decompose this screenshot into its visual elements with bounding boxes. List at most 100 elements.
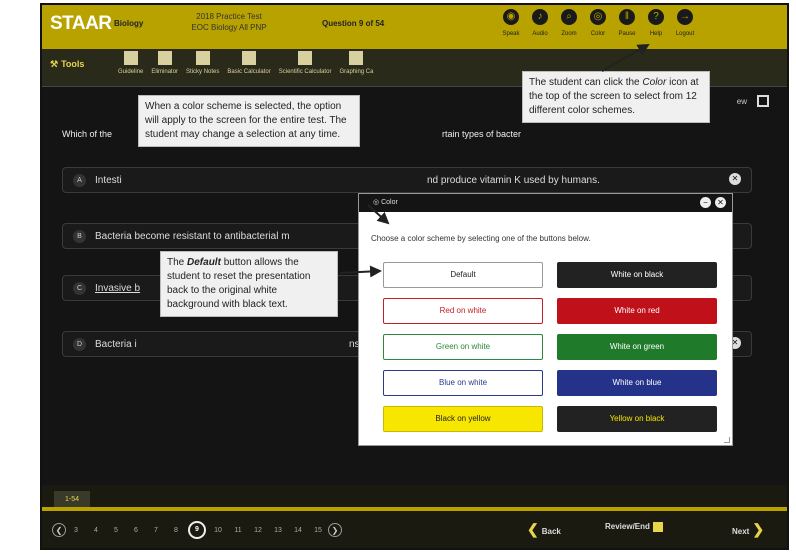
page-number[interactable]: 15 <box>308 527 328 534</box>
scheme-yellow-on-black-button[interactable]: Yellow on black <box>557 406 717 432</box>
tool-label: Color <box>590 31 606 37</box>
tool-items: Guideline Eliminator Sticky Notes Basic Cal… <box>118 51 381 75</box>
callout-scheme-applies: When a color scheme is selected, the opt… <box>138 95 360 147</box>
test-name-line2: EOC Biology All PNP <box>191 23 267 32</box>
tool-zoom[interactable]: ⌕ Zoom <box>555 9 583 37</box>
callout-color-icon: The student can click the Color icon at … <box>522 71 710 123</box>
option-text: Invasive b <box>95 283 141 294</box>
scheme-green-on-white-button[interactable]: Green on white <box>383 334 543 360</box>
scheme-white-on-blue-button[interactable]: White on blue <box>557 370 717 396</box>
toolbar-item-basic-calculator[interactable]: Basic Calculator <box>227 51 271 75</box>
toolbar-item-label: Sticky Notes <box>186 69 220 75</box>
scientific-calculator-icon <box>298 51 313 65</box>
tool-speak[interactable]: ◉ Speak <box>497 9 525 37</box>
page-number[interactable]: 5 <box>106 527 126 534</box>
zoom-icon: ⌕ <box>561 9 577 25</box>
page-number[interactable]: 4 <box>86 527 106 534</box>
page-number[interactable]: 14 <box>288 527 308 534</box>
option-text-end: nd produce vitamin K used by humans. <box>427 175 600 186</box>
color-dialog-header: ◎ Color − ✕ <box>359 194 732 212</box>
scheme-white-on-black-button[interactable]: White on black <box>557 262 717 288</box>
tool-help[interactable]: ? Help <box>642 9 670 37</box>
scheme-white-on-green-button[interactable]: White on green <box>557 334 717 360</box>
toolbar-item-guideline[interactable]: Guideline <box>118 51 143 75</box>
scheme-red-on-white-button[interactable]: Red on white <box>383 298 543 324</box>
tool-label: Zoom <box>561 31 577 37</box>
pause-icon: ‖ <box>619 9 635 25</box>
review-end-button[interactable]: Review/End <box>605 522 663 532</box>
color-dialog-title: ◎ Color <box>373 199 398 206</box>
option-letter: B <box>73 230 86 243</box>
toolbar-item-label: Scientific Calculator <box>278 69 332 75</box>
toolbar-item-label: Eliminator <box>151 69 179 75</box>
back-button[interactable]: ❮ Back <box>527 521 561 538</box>
question-text-start: Which of the <box>62 129 113 139</box>
option-letter: C <box>73 282 86 295</box>
toolbar-item-label: Basic Calculator <box>227 69 271 75</box>
guideline-icon <box>123 51 138 65</box>
tool-audio[interactable]: ♪ Audio <box>526 9 554 37</box>
graphing-calculator-icon <box>349 51 364 65</box>
callout-default-button: The Default button allows the student to… <box>160 251 338 317</box>
range-band <box>42 507 787 511</box>
page-navigator: ❮ 3 4 5 6 7 8 9 10 11 12 13 14 15 ❯ <box>52 521 342 539</box>
minimize-icon[interactable]: − <box>700 197 711 208</box>
option-letter: D <box>73 338 86 351</box>
page-number[interactable]: 10 <box>208 527 228 534</box>
staar-logo: STAAR <box>50 13 112 34</box>
question-counter: Question 9 of 54 <box>322 19 385 28</box>
close-icon[interactable]: ✕ <box>715 197 726 208</box>
page-number[interactable]: 13 <box>268 527 288 534</box>
bottom-nav: 1-54 ❮ 3 4 5 6 7 8 9 10 11 12 13 14 15 ❯ ❮ Back Review/… <box>42 485 787 548</box>
scheme-default-button[interactable]: Default <box>383 262 543 288</box>
option-text: Intesti <box>95 175 122 186</box>
prev-page-icon[interactable]: ❮ <box>52 523 66 537</box>
next-button[interactable]: Next ❯ <box>732 521 764 538</box>
chevron-left-icon: ❮ <box>527 521 539 537</box>
eliminate-icon[interactable]: ✕ <box>729 173 741 185</box>
audio-icon: ♪ <box>532 9 548 25</box>
view-label: ew <box>736 97 747 106</box>
page-number[interactable]: 6 <box>126 527 146 534</box>
page-number[interactable]: 3 <box>66 527 86 534</box>
dialog-controls: − ✕ <box>696 197 726 208</box>
scheme-white-on-red-button[interactable]: White on red <box>557 298 717 324</box>
wrench-icon: ⚒ <box>50 59 59 69</box>
subject-label: Biology <box>114 19 144 28</box>
help-icon: ? <box>648 9 664 25</box>
tool-logout[interactable]: → Logout <box>671 9 699 37</box>
basic-calculator-icon <box>242 51 257 65</box>
flag-icon <box>652 522 663 532</box>
toolbar-item-label: Guideline <box>118 69 144 75</box>
test-name-line1: 2018 Practice Test <box>196 12 262 21</box>
toolbar-item-eliminator[interactable]: Eliminator <box>151 51 178 75</box>
page-number[interactable]: 11 <box>228 527 248 534</box>
edit-icon[interactable] <box>757 95 769 107</box>
sticky-notes-icon <box>195 51 210 65</box>
resize-handle[interactable] <box>724 437 730 443</box>
toolbar-item-sticky-notes[interactable]: Sticky Notes <box>186 51 219 75</box>
page-number[interactable]: 8 <box>166 527 186 534</box>
option-letter: A <box>73 174 86 187</box>
tools-menu-button[interactable]: ⚒ Tools <box>50 59 84 70</box>
answer-option-a[interactable]: A Intesti nd produce vitamin K used by h… <box>62 167 752 193</box>
page-number[interactable]: 9 <box>188 521 206 539</box>
option-text: Bacteria i <box>95 339 137 350</box>
test-name: 2018 Practice Test EOC Biology All PNP <box>174 11 284 33</box>
toolbar-item-graphing-ca[interactable]: Graphing Ca <box>339 51 373 75</box>
tool-pause[interactable]: ‖ Pause <box>613 9 641 37</box>
tool-label: Speak <box>502 31 520 37</box>
toolbar-item-scientific-calculator[interactable]: Scientific Calculator <box>278 51 332 75</box>
tool-label: Pause <box>618 31 636 37</box>
tool-label: Audio <box>532 31 548 37</box>
eye-icon: ◎ <box>590 9 606 25</box>
tool-color[interactable]: ◎ Color <box>584 9 612 37</box>
page-number[interactable]: 7 <box>146 527 166 534</box>
scheme-blue-on-white-button[interactable]: Blue on white <box>383 370 543 396</box>
scheme-black-on-yellow-button[interactable]: Black on yellow <box>383 406 543 432</box>
toolbar-item-label: Graphing Ca <box>339 69 374 75</box>
tool-label: Help <box>649 31 663 37</box>
next-page-icon[interactable]: ❯ <box>328 523 342 537</box>
page-number[interactable]: 12 <box>248 527 268 534</box>
logout-icon: → <box>677 9 693 25</box>
